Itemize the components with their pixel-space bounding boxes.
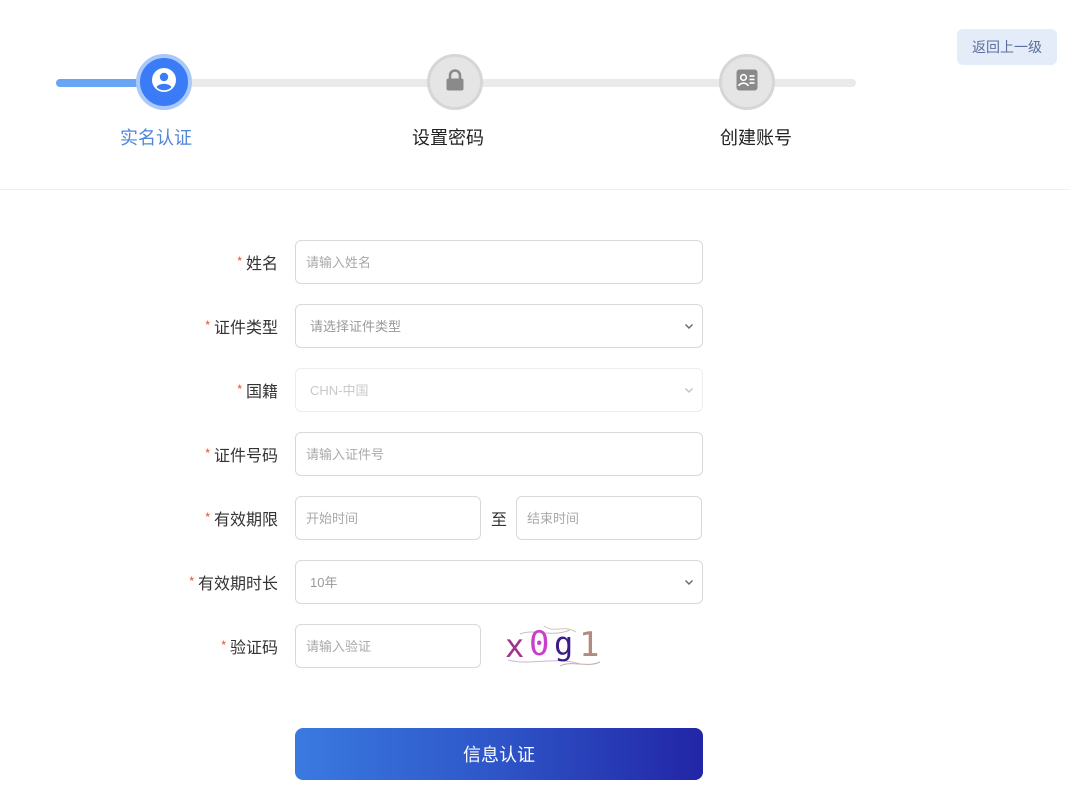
duration-label: * 有效期时长	[189, 560, 278, 604]
submit-button[interactable]: 信息认证	[295, 728, 703, 780]
captcha-image[interactable]: x 0 g 1	[500, 620, 610, 672]
captcha-char-1: x	[505, 627, 524, 665]
step-1-circle	[136, 54, 192, 110]
captcha-char-4: 1	[579, 625, 599, 665]
user-icon	[151, 67, 177, 98]
required-mark: *	[205, 318, 210, 332]
required-mark: *	[237, 382, 242, 396]
name-row: * 姓名	[0, 240, 720, 284]
back-button[interactable]: 返回上一级	[957, 29, 1057, 65]
step-3-circle	[719, 54, 775, 110]
required-mark: *	[189, 574, 194, 588]
captcha-label: * 验证码	[221, 624, 278, 668]
id-type-row: * 证件类型 请选择证件类型	[0, 304, 720, 348]
captcha-label-text: 验证码	[229, 640, 278, 657]
id-card-icon	[735, 68, 759, 97]
nationality-row: * 国籍 CHN-中国	[0, 368, 720, 412]
date-range-separator: 至	[490, 512, 507, 529]
duration-row: * 有效期时长 10年	[0, 560, 720, 604]
name-label-text: 姓名	[245, 256, 278, 273]
validity-label: * 有效期限	[205, 496, 278, 540]
id-type-label: * 证件类型	[205, 304, 278, 348]
stepper-header: 返回上一级 实名认证 设置密码 创建账号	[0, 0, 1070, 190]
lock-icon	[444, 68, 466, 97]
id-type-label-text: 证件类型	[213, 320, 278, 337]
required-mark: *	[205, 510, 210, 524]
id-number-label: * 证件号码	[205, 432, 278, 476]
nationality-label: * 国籍	[237, 368, 278, 412]
step-2-circle	[427, 54, 483, 110]
step-2-label: 设置密码	[412, 128, 484, 148]
id-number-label-text: 证件号码	[213, 448, 278, 465]
captcha-char-2: 0	[529, 624, 549, 664]
captcha-row: * 验证码 x 0 g 1	[0, 624, 720, 668]
name-input[interactable]	[295, 240, 703, 284]
validity-row: * 有效期限 至	[0, 496, 720, 540]
captcha-input[interactable]	[295, 624, 481, 668]
name-label: * 姓名	[237, 240, 278, 284]
nationality-select: CHN-中国	[295, 368, 703, 412]
id-type-select[interactable]: 请选择证件类型	[295, 304, 703, 348]
id-number-input[interactable]	[295, 432, 703, 476]
required-mark: *	[205, 446, 210, 460]
nationality-label-text: 国籍	[245, 384, 278, 401]
captcha-char-3: g	[554, 625, 573, 663]
required-mark: *	[221, 638, 226, 652]
step-3-label: 创建账号	[720, 128, 792, 148]
end-date-input[interactable]	[516, 496, 702, 540]
required-mark: *	[237, 254, 242, 268]
step-1-label: 实名认证	[120, 128, 192, 148]
validity-label-text: 有效期限	[213, 512, 278, 529]
duration-label-text: 有效期时长	[197, 576, 278, 593]
start-date-input[interactable]	[295, 496, 481, 540]
duration-select[interactable]: 10年	[295, 560, 703, 604]
id-number-row: * 证件号码	[0, 432, 720, 476]
